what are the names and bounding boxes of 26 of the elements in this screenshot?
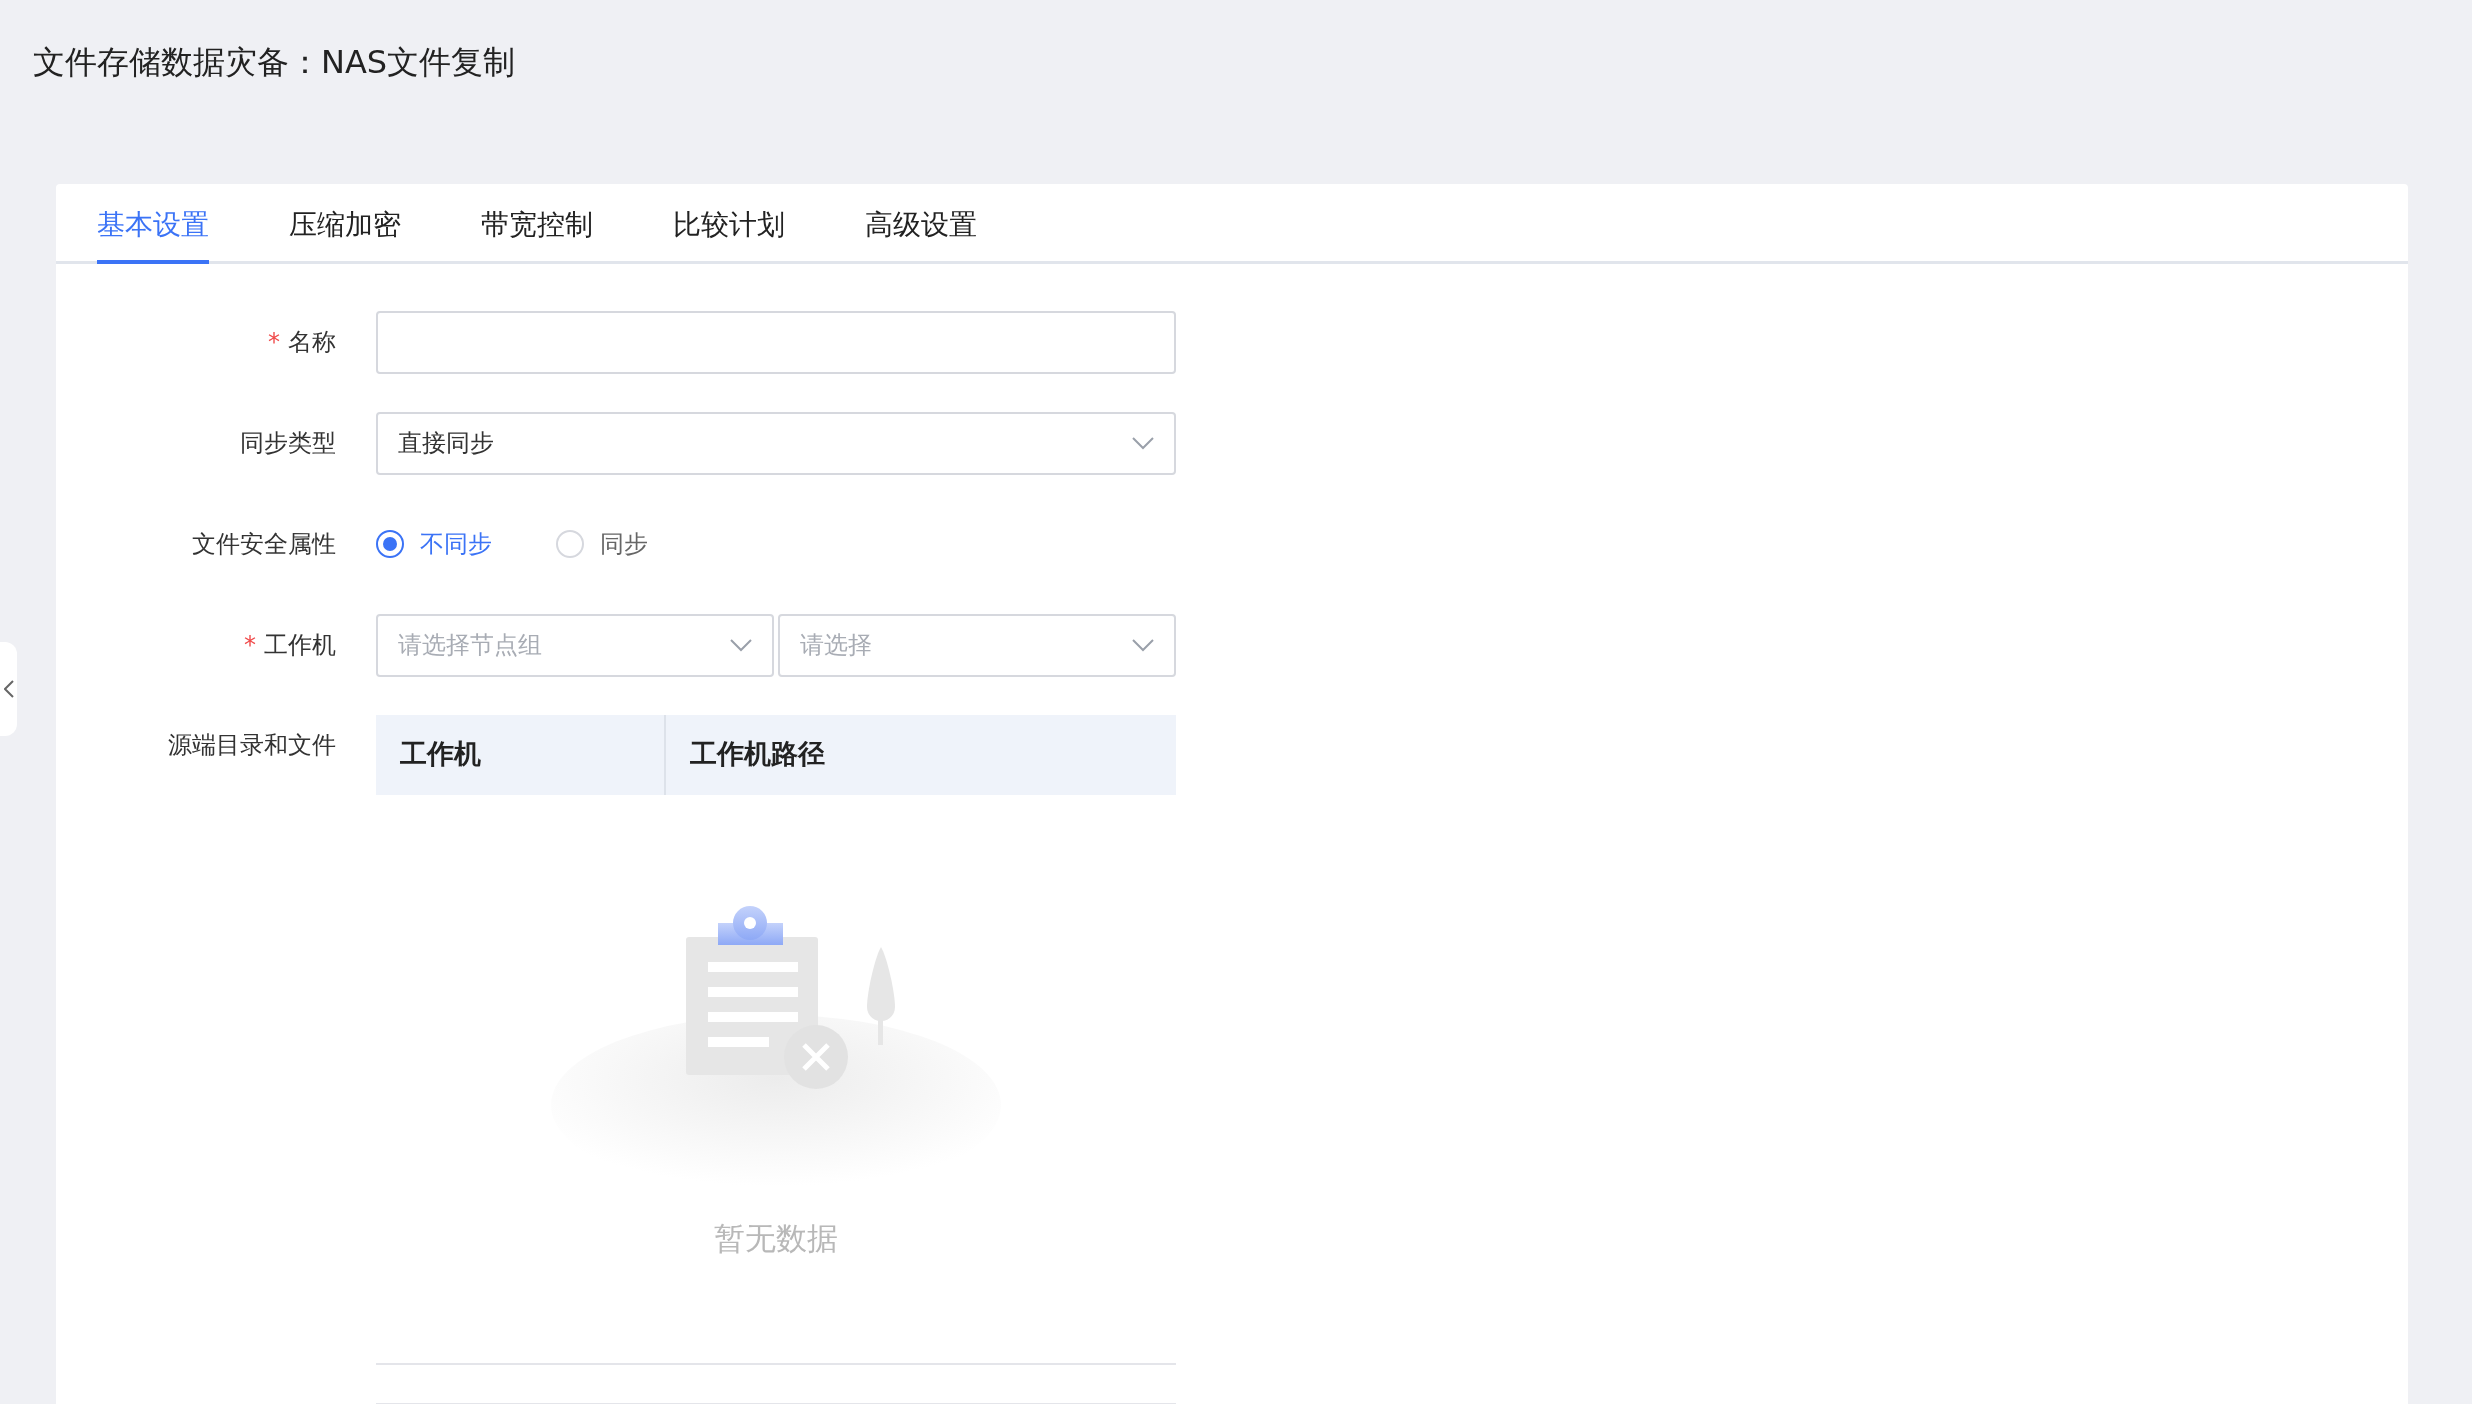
field-label: 源端目录和文件 — [168, 730, 336, 759]
tab[interactable]: 高级设置 — [865, 208, 977, 264]
tab[interactable]: 压缩加密 — [289, 208, 401, 264]
radio-label[interactable]: 不同步 — [420, 526, 492, 563]
tab[interactable]: 基本设置 — [97, 208, 209, 264]
required-mark: * — [268, 328, 280, 357]
field-label: 文件安全属性 — [192, 530, 336, 559]
page-title: 文件存储数据灾备：NAS文件复制 — [32, 42, 517, 83]
chevron-down-icon — [1132, 638, 1154, 652]
select-field[interactable]: 直接同步 — [376, 411, 1176, 475]
empty-state-text: 暂无数据 — [714, 1218, 838, 1258]
column-header: 工作机路径 — [689, 737, 826, 772]
required-mark: * — [244, 631, 256, 660]
collapse-handle[interactable] — [0, 642, 17, 736]
chevron-left-icon — [3, 680, 14, 698]
tab[interactable]: 带宽控制 — [481, 208, 593, 264]
column-header: 工作机 — [376, 714, 666, 795]
field-label: 同步类型 — [240, 429, 336, 458]
input-field[interactable] — [376, 310, 1176, 374]
field-label: 名称 — [288, 328, 336, 357]
chevron-down-icon — [730, 638, 752, 652]
tab[interactable]: 比较计划 — [673, 208, 785, 264]
radio-button[interactable] — [376, 530, 404, 559]
radio-label[interactable]: 同步 — [600, 526, 648, 563]
field-label: 工作机 — [264, 631, 336, 660]
chevron-down-icon — [1132, 436, 1154, 450]
